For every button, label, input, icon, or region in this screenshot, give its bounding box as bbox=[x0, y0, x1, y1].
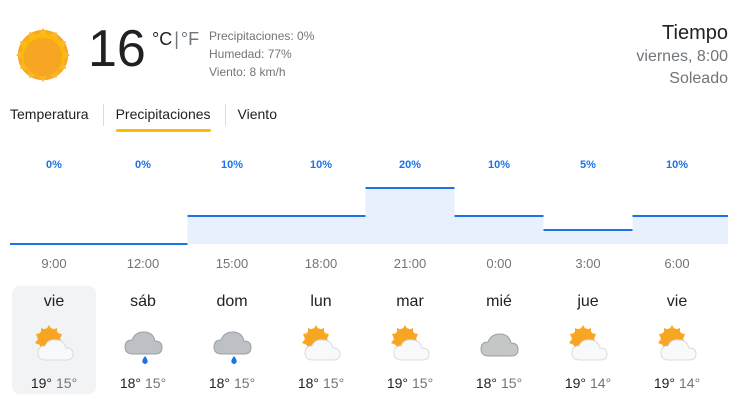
rain-cloud-icon bbox=[121, 322, 165, 366]
weather-header: Tiempo viernes, 8:00 Soleado bbox=[636, 20, 728, 90]
precipitation-label: 10% bbox=[310, 159, 332, 171]
precipitation-label: 0% bbox=[135, 159, 151, 171]
day-card-0[interactable]: vie 19° 15° bbox=[12, 286, 96, 394]
day-high-temp: 18° bbox=[208, 375, 230, 391]
precipitation-area bbox=[10, 188, 728, 244]
tab-temperature[interactable]: Temperatura bbox=[10, 102, 89, 132]
day-name: vie bbox=[666, 293, 688, 310]
partly-cloudy-icon bbox=[566, 322, 610, 366]
forecast-tabs: Temperatura Precipitaciones Viento bbox=[10, 102, 303, 132]
humidity-text: Humedad: 77% bbox=[209, 47, 292, 61]
rain-cloud-icon bbox=[210, 322, 254, 366]
hour-label: 12:00 bbox=[126, 256, 160, 271]
day-temperatures: 18° 15° bbox=[101, 374, 185, 392]
day-card-1[interactable]: sáb 18° 15° bbox=[101, 286, 185, 394]
day-card-6[interactable]: jue 19° 14° bbox=[546, 286, 630, 394]
day-temperatures: 18° 15° bbox=[457, 374, 541, 392]
day-name: jue bbox=[577, 293, 599, 310]
current-temperature: 16 bbox=[88, 20, 146, 78]
partly-cloudy-icon bbox=[388, 322, 432, 366]
day-low-temp: 15° bbox=[56, 375, 78, 391]
day-temperatures: 19° 14° bbox=[635, 374, 719, 392]
day-name: mar bbox=[396, 293, 424, 310]
unit-switch: °C | °F bbox=[152, 28, 199, 50]
day-name: dom bbox=[216, 293, 248, 310]
hour-label: 18:00 bbox=[304, 256, 338, 271]
hour-label: 9:00 bbox=[41, 256, 67, 271]
day-card-4[interactable]: mar 19° 15° bbox=[368, 286, 452, 394]
hour-label: 3:00 bbox=[575, 256, 601, 271]
precipitation-label: 10% bbox=[666, 159, 688, 171]
precipitation-text: Precipitaciones: 0% bbox=[209, 29, 315, 43]
tab-divider bbox=[224, 104, 226, 126]
day-high-temp: 19° bbox=[653, 375, 675, 391]
day-high-temp: 19° bbox=[30, 375, 52, 391]
day-low-temp: 15° bbox=[234, 375, 256, 391]
day-high-temp: 19° bbox=[564, 375, 586, 391]
day-card-5[interactable]: mié 18° 15° bbox=[457, 286, 541, 394]
precipitation-label: 10% bbox=[221, 159, 243, 171]
day-name: mié bbox=[486, 293, 512, 310]
tab-divider bbox=[102, 104, 104, 126]
precipitation-label: 5% bbox=[580, 159, 596, 171]
day-high-temp: 18° bbox=[119, 375, 141, 391]
day-high-temp: 18° bbox=[297, 375, 319, 391]
precipitation-label: 0% bbox=[46, 159, 62, 171]
day-high-temp: 18° bbox=[475, 375, 497, 391]
day-low-temp: 14° bbox=[679, 375, 701, 391]
partly-cloudy-icon bbox=[655, 322, 699, 366]
hour-axis: 9:00 12:00 15:00 18:00 21:00 0:00 3:00 6:00 bbox=[10, 256, 728, 276]
weather-title: Tiempo bbox=[662, 22, 728, 44]
day-name: lun bbox=[310, 293, 332, 310]
weather-condition: Soleado bbox=[669, 70, 728, 87]
weather-details: Precipitaciones: 0% Humedad: 77% Viento:… bbox=[209, 27, 314, 81]
day-name: sáb bbox=[130, 293, 156, 310]
day-name: vie bbox=[43, 293, 65, 310]
sun-icon bbox=[15, 27, 71, 83]
hour-label: 15:00 bbox=[215, 256, 249, 271]
day-low-temp: 15° bbox=[145, 375, 167, 391]
celsius-toggle[interactable]: °C bbox=[152, 29, 172, 49]
day-temperatures: 18° 15° bbox=[279, 374, 363, 392]
day-low-temp: 14° bbox=[590, 375, 612, 391]
precipitation-chart: 0% 0% 10% 10% 20% 10% 5% 10% bbox=[10, 159, 728, 245]
day-card-7[interactable]: vie 19° 14° bbox=[635, 286, 719, 394]
day-low-temp: 15° bbox=[412, 375, 434, 391]
partly-cloudy-icon bbox=[32, 322, 76, 366]
day-card-2[interactable]: dom 18° 15° bbox=[190, 286, 274, 394]
day-high-temp: 19° bbox=[386, 375, 408, 391]
precipitation-label: 10% bbox=[488, 159, 510, 171]
cloud-icon bbox=[477, 322, 521, 366]
daily-forecast: vie 19° 15° sáb 18° 15° dom 18° 15° lun 18° 15° mar 1… bbox=[10, 286, 728, 394]
day-low-temp: 15° bbox=[323, 375, 345, 391]
day-temperatures: 19° 14° bbox=[546, 374, 630, 392]
precipitation-label: 20% bbox=[399, 159, 421, 171]
day-temperatures: 18° 15° bbox=[190, 374, 274, 392]
hour-label: 21:00 bbox=[393, 256, 427, 271]
wind-text: Viento: 8 km/h bbox=[209, 65, 286, 79]
tab-precipitation[interactable]: Precipitaciones bbox=[115, 102, 211, 132]
hour-label: 0:00 bbox=[486, 256, 512, 271]
day-temperatures: 19° 15° bbox=[368, 374, 452, 392]
hour-label: 6:00 bbox=[664, 256, 690, 271]
tab-wind[interactable]: Viento bbox=[238, 102, 277, 132]
partly-cloudy-icon bbox=[299, 322, 343, 366]
day-low-temp: 15° bbox=[501, 375, 523, 391]
day-temperatures: 19° 15° bbox=[12, 374, 96, 392]
unit-separator: | bbox=[174, 29, 179, 49]
fahrenheit-toggle[interactable]: °F bbox=[181, 29, 199, 49]
weather-datetime: viernes, 8:00 bbox=[636, 48, 728, 65]
day-card-3[interactable]: lun 18° 15° bbox=[279, 286, 363, 394]
